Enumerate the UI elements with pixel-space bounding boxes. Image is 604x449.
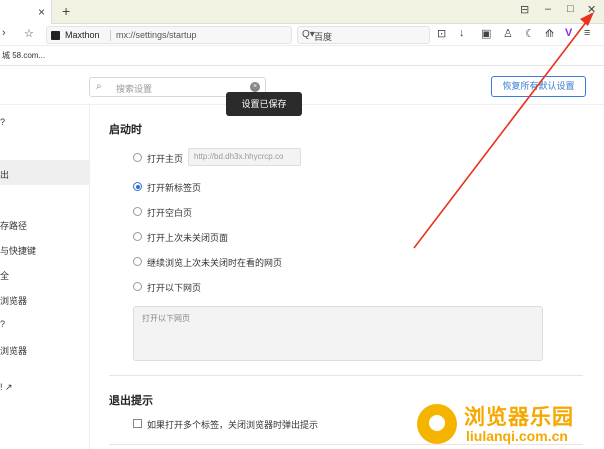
vpn-icon[interactable]: V [565,27,572,39]
option-label: 打开主页 [147,154,184,164]
download-icon[interactable]: ↓ [459,27,465,39]
option-label: 打开空白页 [147,208,193,218]
sidebar-item-shortcuts[interactable]: 与快捷键 [0,244,36,257]
close-window-icon[interactable]: ✕ [587,3,596,16]
favorite-star-icon[interactable]: ☆ [24,27,34,40]
watermark: 浏览器乐园 liulanqi.com.cn [417,398,602,448]
sidebar-item-7[interactable]: ? [0,319,5,329]
clear-icon[interactable]: × [250,82,260,92]
option-label: 打开新标签页 [147,183,202,193]
sidebar-item-startup[interactable]: 出 [0,168,9,181]
sidebar-item-default-browser[interactable]: 浏览器 [0,294,27,307]
sidebar-item-download-path[interactable]: 存路径 [0,219,27,232]
address-divider [110,30,111,41]
option-label: 继续浏览上次未关闭时在看的网页 [147,258,283,268]
sidebar-toggle-icon[interactable]: ⊟ [520,3,529,16]
radio-button[interactable] [133,207,142,216]
sidebar-item-1[interactable]: ? [0,117,5,127]
extensions-icon[interactable]: ⟰ [545,27,554,40]
web-search-box[interactable]: Q▾ 百度 [297,26,430,44]
reader-icon[interactable]: ▣ [481,27,491,40]
search-engine-icon[interactable]: Q▾ [302,29,315,40]
tab-strip: × + ⊟ – □ ✕ [0,0,604,24]
exit-prompt-label: 如果打开多个标签，关闭浏览器时弹出提示 [147,420,319,430]
sidebar-item-security[interactable]: 全 [0,269,9,282]
sidebar-item-about-browser[interactable]: 浏览器 [0,344,27,357]
search-engine-name: 百度 [314,32,333,42]
watermark-subtitle: liulanqi.com.cn [466,428,568,444]
sidebar-item-external-link[interactable]: ! ↗ [0,382,13,393]
radio-button[interactable] [133,282,142,291]
address-bar[interactable]: Maxthon mx://settings/startup [46,26,292,44]
bookmark-bar: 城 58.com... [0,46,604,66]
specific-pages-placeholder: 打开以下网页 [142,314,190,323]
active-tab[interactable]: × [0,0,52,24]
radio-button[interactable] [133,232,142,241]
navigation-bar: › ☆ Maxthon mx://settings/startup Q▾ 百度 [0,24,604,46]
startup-section-title: 启动时 [109,124,142,136]
radio-button[interactable] [133,257,142,266]
radio-button[interactable] [133,153,142,162]
exit-prompt-checkbox[interactable] [133,419,142,428]
specific-pages-input[interactable]: 打开以下网页 [133,306,543,361]
bookmark-item[interactable]: 城 58.com... [2,50,45,61]
forward-icon[interactable]: › [2,27,6,39]
section-divider [109,375,583,376]
search-icon: ⌕ [96,81,102,92]
address-url[interactable]: mx://settings/startup [116,30,197,40]
account-icon[interactable]: ♙ [503,27,513,40]
night-mode-icon[interactable]: ☾ [525,27,535,40]
saved-toast: 设置已保存 [226,92,302,116]
annotation-arrow [413,12,594,249]
watermark-logo-icon [417,404,457,444]
minimize-icon[interactable]: – [545,3,551,15]
maximize-icon[interactable]: □ [567,3,574,15]
menu-icon[interactable]: ≡ [584,27,590,39]
exit-section-title: 退出提示 [109,395,153,407]
maxthon-logo-icon [51,31,60,40]
restore-defaults-button[interactable]: 恢复所有默认设置 [491,76,586,97]
settings-search-placeholder: 搜索设置 [116,84,153,94]
screenshot-icon[interactable]: ⊡ [437,27,446,40]
new-tab-icon[interactable]: + [62,3,70,19]
option-label: 打开上次未关闭页面 [147,233,229,243]
header-divider [0,104,604,105]
option-label: 打开以下网页 [147,283,202,293]
sidebar-divider [89,105,90,449]
homepage-url-input[interactable]: http://bd.dh3x.hhycrcp.co [188,148,301,166]
watermark-title: 浏览器乐园 [464,406,574,429]
site-name: Maxthon [65,30,100,40]
radio-button-checked[interactable] [133,182,142,191]
sidebar-active-highlight [0,160,89,185]
tab-close-icon[interactable]: × [38,5,45,19]
